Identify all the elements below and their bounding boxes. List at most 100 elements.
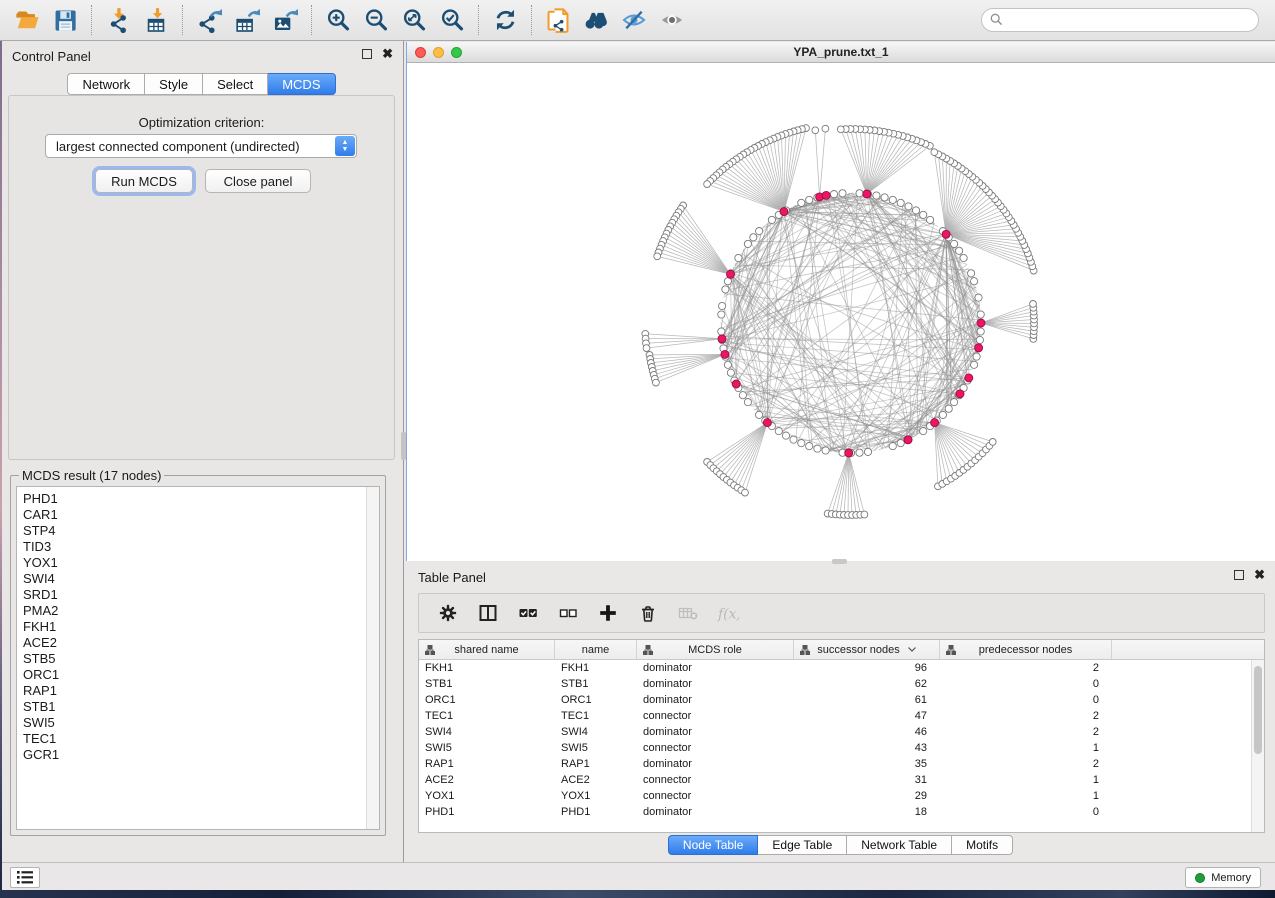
- new-network-from-selection-icon[interactable]: [539, 3, 577, 37]
- run-mcds-button[interactable]: Run MCDS: [95, 169, 193, 193]
- export-table-icon[interactable]: [228, 3, 266, 37]
- export-network-icon[interactable]: [190, 3, 228, 37]
- import-network-icon[interactable]: [99, 3, 137, 37]
- list-item[interactable]: SRD1: [23, 587, 379, 603]
- mcds-tab-content: Optimization criterion: largest connecte…: [8, 95, 395, 460]
- close-panel-button[interactable]: Close panel: [205, 169, 311, 193]
- table-row[interactable]: SWI5SWI5connector431: [419, 740, 1264, 756]
- first-neighbors-icon[interactable]: [577, 3, 615, 37]
- list-item[interactable]: CAR1: [23, 507, 379, 523]
- mcds-result-list[interactable]: PHD1CAR1STP4TID3YOX1SWI4SRD1PMA2FKH1ACE2…: [16, 486, 380, 830]
- table-settings-icon[interactable]: [431, 596, 465, 630]
- task-history-button[interactable]: [10, 867, 40, 888]
- network-window-titlebar[interactable]: YPA_prune.txt_1: [407, 42, 1275, 63]
- list-item[interactable]: FKH1: [23, 619, 379, 635]
- tab-mcds[interactable]: MCDS: [268, 73, 335, 95]
- list-item[interactable]: ACE2: [23, 635, 379, 651]
- list-item[interactable]: GCR1: [23, 747, 379, 763]
- sort-menu-icon[interactable]: [908, 647, 916, 652]
- tab-motifs[interactable]: Motifs: [952, 835, 1013, 855]
- search-input[interactable]: [981, 8, 1259, 32]
- close-panel-icon[interactable]: ✖: [382, 49, 393, 59]
- delete-column-icon[interactable]: [671, 596, 705, 630]
- tab-network[interactable]: Network: [67, 73, 145, 95]
- column-header[interactable]: predecessor nodes: [940, 640, 1112, 659]
- show-all-icon[interactable]: [653, 3, 691, 37]
- close-table-panel-icon[interactable]: ✖: [1254, 570, 1265, 580]
- table-cell: dominator: [637, 660, 794, 676]
- list-item[interactable]: STP4: [23, 523, 379, 539]
- select-all-icon[interactable]: [511, 596, 545, 630]
- table-cell: STB1: [555, 676, 637, 692]
- list-item[interactable]: ORC1: [23, 667, 379, 683]
- open-session-icon[interactable]: [8, 3, 46, 37]
- add-row-icon[interactable]: [591, 596, 625, 630]
- column-header[interactable]: name: [555, 640, 637, 659]
- table-row[interactable]: FKH1FKH1dominator962: [419, 660, 1264, 676]
- table-cell: 2: [940, 756, 1112, 772]
- list-item[interactable]: TEC1: [23, 731, 379, 747]
- list-item[interactable]: YOX1: [23, 555, 379, 571]
- table-row[interactable]: ORC1ORC1dominator610: [419, 692, 1264, 708]
- criterion-value: largest connected component (undirected): [56, 139, 300, 154]
- zoom-out-icon[interactable]: [357, 3, 395, 37]
- float-table-panel-icon[interactable]: [1234, 570, 1244, 580]
- column-header[interactable]: MCDS role: [637, 640, 794, 659]
- list-item[interactable]: TID3: [23, 539, 379, 555]
- float-panel-icon[interactable]: [362, 49, 372, 59]
- table-cell: 61: [794, 692, 940, 708]
- table-scrollbar-thumb[interactable]: [1254, 666, 1262, 754]
- tab-select[interactable]: Select: [203, 73, 268, 95]
- list-item[interactable]: PHD1: [23, 491, 379, 507]
- zoom-in-icon[interactable]: [319, 3, 357, 37]
- table-row[interactable]: RAP1RAP1dominator352: [419, 756, 1264, 772]
- table-toolbar: f(x): [418, 593, 1265, 633]
- deselect-all-icon[interactable]: [551, 596, 585, 630]
- zoom-fit-icon[interactable]: [395, 3, 433, 37]
- import-table-icon[interactable]: [137, 3, 175, 37]
- save-session-icon[interactable]: [46, 3, 84, 37]
- status-bar: Memory: [0, 862, 1275, 890]
- delete-row-icon[interactable]: [631, 596, 665, 630]
- table-panel: Table Panel ✖ f(x) shared namenameMCDS r…: [406, 563, 1275, 858]
- function-builder-icon[interactable]: f(x): [711, 596, 745, 630]
- horizontal-splitter-grip[interactable]: [832, 559, 847, 564]
- column-header[interactable]: successor nodes: [794, 640, 940, 659]
- table-row[interactable]: YOX1YOX1connector291: [419, 788, 1264, 804]
- table-cell: dominator: [637, 692, 794, 708]
- toolbar-separator: [182, 5, 183, 35]
- list-item[interactable]: SWI4: [23, 571, 379, 587]
- network-canvas[interactable]: [407, 63, 1275, 561]
- table-scrollbar[interactable]: [1251, 660, 1264, 832]
- table-cell: TEC1: [419, 708, 555, 724]
- optimization-criterion-select[interactable]: largest connected component (undirected)…: [45, 134, 357, 158]
- table-row[interactable]: TEC1TEC1connector472: [419, 708, 1264, 724]
- vertical-splitter-grip[interactable]: [401, 432, 406, 460]
- list-item[interactable]: PMA2: [23, 603, 379, 619]
- mcds-result-group: MCDS result (17 nodes) PHD1CAR1STP4TID3Y…: [10, 468, 386, 836]
- show-columns-icon[interactable]: [471, 596, 505, 630]
- table-cell: connector: [637, 788, 794, 804]
- list-icon: [16, 870, 34, 885]
- export-image-icon[interactable]: [266, 3, 304, 37]
- table-row[interactable]: ACE2ACE2connector311: [419, 772, 1264, 788]
- list-item[interactable]: STB1: [23, 699, 379, 715]
- table-type-tabs: Node TableEdge TableNetwork TableMotifs: [406, 835, 1275, 855]
- hide-selected-icon[interactable]: [615, 3, 653, 37]
- tab-style[interactable]: Style: [145, 73, 203, 95]
- tab-edge-table[interactable]: Edge Table: [758, 835, 847, 855]
- list-item[interactable]: STB5: [23, 651, 379, 667]
- list-item[interactable]: SWI5: [23, 715, 379, 731]
- tab-network-table[interactable]: Network Table: [847, 835, 952, 855]
- mcds-list-scrollbar[interactable]: [366, 487, 379, 829]
- table-row[interactable]: STB1STB1dominator620: [419, 676, 1264, 692]
- table-row[interactable]: SWI4SWI4dominator462: [419, 724, 1264, 740]
- list-item[interactable]: RAP1: [23, 683, 379, 699]
- refresh-icon[interactable]: [486, 3, 524, 37]
- table-row[interactable]: PHD1PHD1dominator180: [419, 804, 1264, 820]
- table-cell: ACE2: [555, 772, 637, 788]
- memory-button[interactable]: Memory: [1185, 867, 1261, 888]
- tab-node-table[interactable]: Node Table: [668, 835, 759, 855]
- column-header[interactable]: shared name: [419, 640, 555, 659]
- zoom-selected-icon[interactable]: [433, 3, 471, 37]
